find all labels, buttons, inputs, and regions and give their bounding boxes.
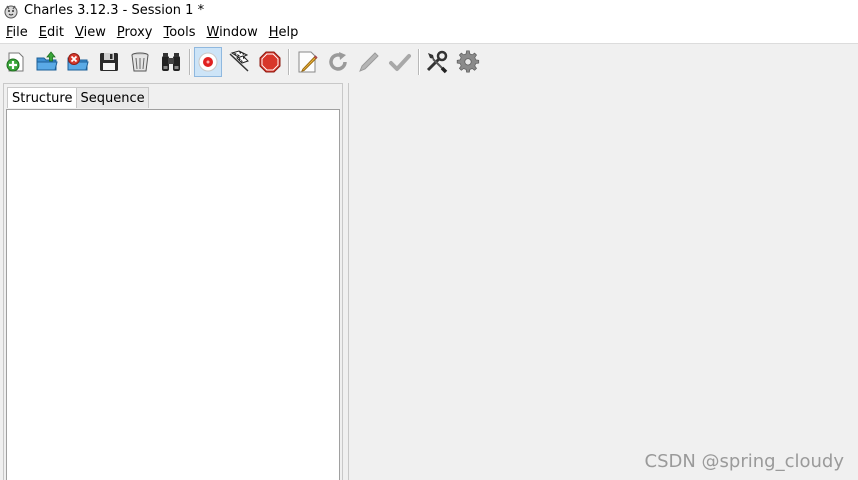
stop-sign-icon [259, 51, 281, 73]
menu-proxy[interactable]: Proxy [111, 22, 158, 43]
save-disk-icon [100, 53, 118, 71]
new-session-button[interactable] [2, 47, 30, 77]
toolbar [0, 44, 858, 80]
wrench-screwdriver-icon [426, 50, 448, 74]
close-session-button[interactable] [64, 47, 92, 77]
open-session-button[interactable] [33, 47, 61, 77]
tools-button[interactable] [423, 47, 451, 77]
clear-session-button[interactable] [126, 47, 154, 77]
record-button[interactable] [194, 47, 222, 77]
menu-tools[interactable]: Tools [157, 22, 200, 43]
watermark-text: CSDN @spring_cloudy [644, 451, 844, 472]
pen-disabled-icon [359, 52, 379, 72]
tab-sequence[interactable]: Sequence [77, 87, 149, 108]
menu-file[interactable]: File [0, 22, 33, 43]
find-button[interactable] [157, 47, 185, 77]
open-folder-icon [36, 51, 58, 71]
charles-window: Charles 3.12.3 - Session 1 * File Edit V… [0, 0, 858, 480]
title-bar: Charles 3.12.3 - Session 1 * [0, 0, 858, 22]
compose-button[interactable] [355, 47, 383, 77]
charles-app-icon [4, 5, 18, 19]
edit-button[interactable] [293, 47, 321, 77]
menu-view[interactable]: View [69, 22, 111, 43]
menu-window[interactable]: Window [200, 22, 262, 43]
gear-icon [456, 50, 480, 73]
pencil-icon [298, 51, 318, 73]
toolbar-separator [288, 49, 290, 75]
toolbar-separator [418, 49, 420, 75]
binoculars-icon [162, 53, 180, 71]
close-session-icon [67, 53, 89, 71]
view-tabs: Structure Sequence [7, 87, 149, 108]
session-navigator-panel: Structure Sequence [3, 83, 343, 480]
save-session-button[interactable] [95, 47, 123, 77]
trash-can-icon [131, 52, 149, 72]
menu-help[interactable]: Help [263, 22, 304, 43]
structure-tree[interactable] [6, 109, 340, 480]
detail-panel [348, 83, 858, 480]
record-icon [198, 52, 218, 72]
menu-bar: File Edit View Proxy Tools Window Help [0, 22, 858, 44]
throttle-button[interactable] [225, 47, 253, 77]
new-session-icon [6, 52, 24, 72]
checkmark-icon [389, 54, 411, 71]
breakpoints-button[interactable] [256, 47, 284, 77]
settings-button[interactable] [454, 47, 482, 77]
toolbar-separator [189, 49, 191, 75]
validate-button[interactable] [386, 47, 414, 77]
menu-edit[interactable]: Edit [33, 22, 69, 43]
tab-structure[interactable]: Structure [7, 87, 78, 108]
checkered-flag-icon [229, 50, 249, 72]
refresh-arrow-icon [329, 52, 347, 71]
window-title: Charles 3.12.3 - Session 1 * [24, 3, 205, 18]
repeat-button[interactable] [324, 47, 352, 77]
